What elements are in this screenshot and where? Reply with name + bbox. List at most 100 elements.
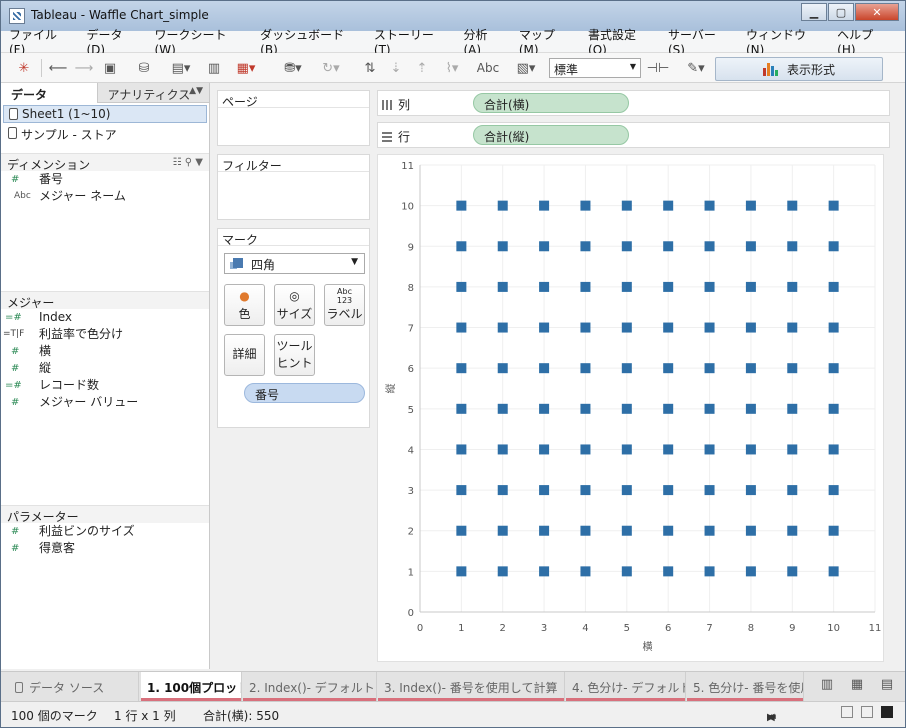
data-point[interactable] (787, 525, 798, 536)
visualization-area[interactable]: 0 1 2 3 4 5 6 7 8 9 10 11 0 1 2 3 4 5 6 7 8 9 10 11 横 縦 (377, 154, 884, 662)
label-button[interactable]: Abc 123 ラベル (324, 284, 365, 326)
sort-descending-icon[interactable]: ⇡ (411, 58, 433, 78)
undo-icon[interactable]: ⟵ (47, 58, 69, 78)
tabs-view-icon[interactable] (881, 706, 893, 718)
data-point[interactable] (745, 566, 756, 577)
close-button[interactable]: ✕ (855, 3, 899, 21)
data-point[interactable] (621, 281, 632, 292)
data-point[interactable] (580, 241, 591, 252)
data-point[interactable] (539, 363, 550, 374)
data-point[interactable] (704, 485, 715, 496)
size-button[interactable]: ◎ サイズ (274, 284, 315, 326)
data-point[interactable] (787, 403, 798, 414)
detail-field-pill[interactable]: 番号 (244, 383, 365, 403)
sort-ascending-icon[interactable]: ⇣ (385, 58, 407, 78)
detail-button[interactable]: 詳細 (224, 334, 265, 376)
data-point[interactable] (456, 525, 467, 536)
datasource-item[interactable]: サンプル - ストア (3, 125, 207, 143)
data-point[interactable] (745, 322, 756, 333)
sheet-tab[interactable]: 1. 100個プロット (141, 672, 242, 701)
data-point[interactable] (787, 281, 798, 292)
data-point[interactable] (539, 200, 550, 211)
data-point[interactable] (497, 525, 508, 536)
show-me-button[interactable]: 表示形式 (715, 57, 883, 81)
data-point[interactable] (497, 363, 508, 374)
new-worksheet-icon[interactable]: ▥ (815, 677, 839, 697)
field-item[interactable]: =# Index (1, 309, 209, 326)
color-button[interactable]: ● 色 (224, 284, 265, 326)
data-point[interactable] (663, 525, 674, 536)
data-point[interactable] (621, 444, 632, 455)
data-point[interactable] (580, 322, 591, 333)
data-point[interactable] (497, 322, 508, 333)
new-datasource-icon[interactable]: ⛁ (133, 58, 155, 78)
data-point[interactable] (621, 566, 632, 577)
field-item[interactable]: # 横 (1, 343, 209, 360)
data-point[interactable] (497, 485, 508, 496)
data-point[interactable] (580, 200, 591, 211)
field-item[interactable]: =T|F 利益率で色分け (1, 326, 209, 343)
swap-rows-columns-icon[interactable]: ⇅ (359, 58, 381, 78)
tab-data-source[interactable]: データ ソース (9, 672, 139, 701)
maximize-button[interactable]: ▢ (828, 3, 854, 21)
data-point[interactable] (828, 241, 839, 252)
data-point[interactable] (456, 444, 467, 455)
data-point[interactable] (456, 363, 467, 374)
data-point[interactable] (663, 200, 674, 211)
field-item[interactable]: # メジャー バリュー (1, 394, 209, 411)
fix-axes-icon[interactable]: ⊣⊢ (647, 58, 670, 78)
data-point[interactable] (787, 444, 798, 455)
waffle-chart[interactable]: 0 1 2 3 4 5 6 7 8 9 10 11 0 1 2 3 4 5 6 7 8 9 10 11 横 縦 (378, 155, 885, 663)
data-point[interactable] (745, 200, 756, 211)
tooltip-button[interactable]: ツール ヒント (274, 334, 315, 376)
mark-type-dropdown[interactable]: 四角 ▼ (224, 253, 365, 274)
data-point[interactable] (539, 444, 550, 455)
highlight-icon[interactable]: ✎▾ (681, 58, 711, 78)
field-item[interactable]: =# レコード数 (1, 377, 209, 394)
data-point[interactable] (456, 200, 467, 211)
columns-shelf[interactable]: 列 合計(横) (377, 90, 890, 116)
data-point[interactable] (745, 241, 756, 252)
redo-icon[interactable]: ⟶ (73, 58, 95, 78)
data-point[interactable] (621, 485, 632, 496)
data-point[interactable] (663, 485, 674, 496)
data-point[interactable] (456, 403, 467, 414)
data-point[interactable] (704, 403, 715, 414)
sheet-tab[interactable]: 4. 色分け- デフォルト (566, 672, 686, 701)
data-point[interactable] (580, 566, 591, 577)
data-point[interactable] (580, 444, 591, 455)
swap-datasource-icon[interactable]: ⛃▾ (277, 58, 309, 78)
data-point[interactable] (456, 281, 467, 292)
data-point[interactable] (663, 403, 674, 414)
sheet-sorter-icon[interactable] (841, 706, 853, 718)
datasource-item[interactable]: Sheet1 (1~10) (3, 105, 207, 123)
data-point[interactable] (539, 566, 550, 577)
data-point[interactable] (621, 525, 632, 536)
data-point[interactable] (787, 322, 798, 333)
new-story-icon[interactable]: ▤ (875, 677, 899, 697)
data-point[interactable] (828, 403, 839, 414)
field-item[interactable]: # 番号 (1, 171, 209, 188)
data-point[interactable] (580, 485, 591, 496)
data-point[interactable] (704, 281, 715, 292)
data-point[interactable] (539, 281, 550, 292)
last-sheet-icon[interactable]: ⏭ (767, 712, 782, 723)
data-point[interactable] (704, 444, 715, 455)
columns-pill[interactable]: 合計(横) (473, 93, 629, 113)
data-point[interactable] (497, 281, 508, 292)
data-point[interactable] (539, 403, 550, 414)
data-point[interactable] (580, 363, 591, 374)
filmstrip-icon[interactable] (861, 706, 873, 718)
new-worksheet-icon[interactable]: ▤▾ (165, 58, 197, 78)
data-point[interactable] (745, 403, 756, 414)
refresh-icon[interactable]: ↻▾ (315, 58, 347, 78)
data-point[interactable] (497, 200, 508, 211)
sheet-tab[interactable]: 2. Index()- デフォルト (243, 672, 377, 701)
tab-analytics[interactable]: アナリティクス ▲▼ (98, 83, 209, 103)
data-point[interactable] (497, 566, 508, 577)
sheet-tab[interactable]: 5. 色分け- 番号を使用 (687, 672, 804, 701)
data-point[interactable] (456, 241, 467, 252)
data-point[interactable] (663, 322, 674, 333)
clear-sheet-icon[interactable]: ▦▾ (229, 58, 263, 78)
data-point[interactable] (828, 566, 839, 577)
